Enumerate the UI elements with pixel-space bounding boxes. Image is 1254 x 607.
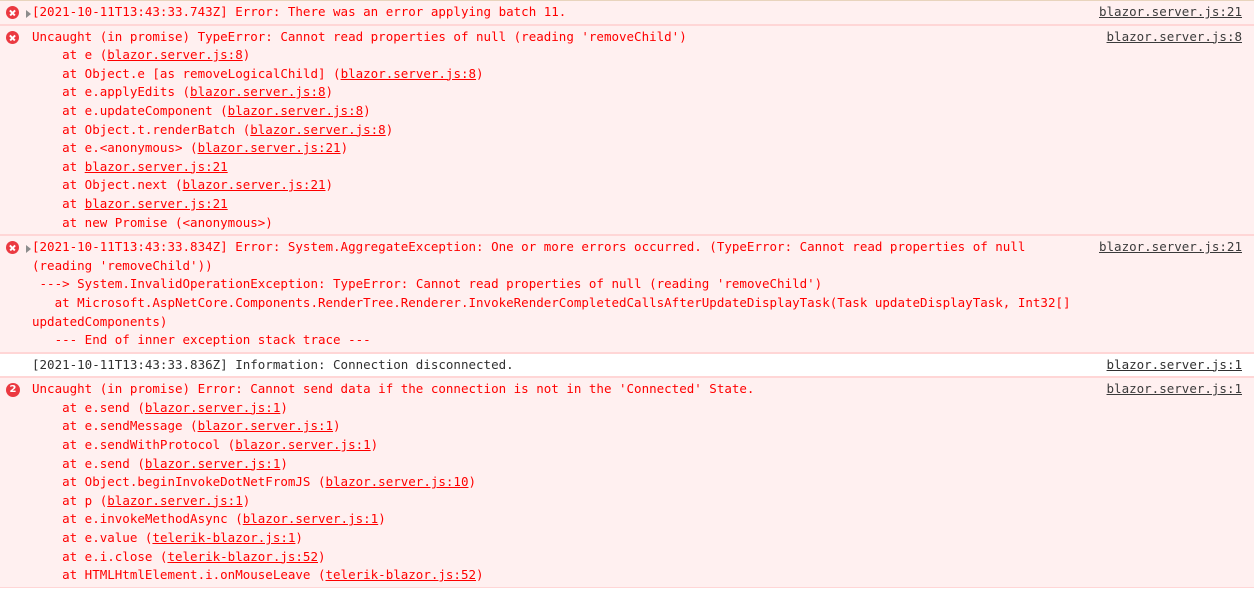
stack-trace-line: ---> System.InvalidOperationException: T… (32, 276, 823, 292)
stack-trace-line: at p (blazor.server.js:1) (32, 492, 251, 508)
source-link[interactable]: blazor.server.js:1 (145, 456, 280, 471)
message-headline: Uncaught (in promise) TypeError: Cannot … (32, 28, 687, 44)
message-body: Uncaught (in promise) Error: Cannot send… (32, 380, 1107, 585)
stack-trace-line: at blazor.server.js:21 (32, 195, 228, 211)
source-link[interactable]: blazor.server.js:21 (183, 177, 326, 192)
message-headline: [2021-10-11T13:43:33.834Z] Error: System… (32, 239, 1033, 273)
source-link[interactable]: blazor.server.js:8 (250, 122, 385, 137)
stack-trace-line: at e (blazor.server.js:8) (32, 47, 251, 63)
stack-trace-line: at e.send (blazor.server.js:1) (32, 399, 288, 415)
source-link[interactable]: blazor.server.js:8 (190, 84, 325, 99)
source-link[interactable]: blazor.server.js:1 (243, 511, 378, 526)
chevron-right-icon[interactable] (26, 245, 31, 254)
stack-trace-line: at e.value (telerik-blazor.js:1) (32, 530, 303, 546)
source-link[interactable]: blazor.server.js:10 (326, 474, 469, 489)
source-link[interactable]: telerik-blazor.js:52 (326, 567, 477, 582)
stack-trace-line: at Microsoft.AspNetCore.Components.Rende… (32, 294, 1079, 329)
message-gutter (0, 28, 32, 44)
error-circle-icon (6, 6, 19, 19)
stack-trace: ---> System.InvalidOperationException: T… (32, 275, 1091, 349)
console-error-message[interactable]: [2021-10-11T13:43:33.743Z] Error: There … (0, 0, 1254, 25)
message-source-link[interactable]: blazor.server.js:8 (1107, 28, 1254, 47)
stack-trace-line: at Object.t.renderBatch (blazor.server.j… (32, 121, 394, 137)
source-link[interactable]: blazor.server.js:21 (85, 196, 228, 211)
repeat-count-badge: 2 (6, 383, 20, 398)
message-gutter (0, 356, 32, 358)
source-link[interactable]: blazor.server.js:8 (341, 66, 476, 81)
stack-trace-line: at blazor.server.js:21 (32, 158, 228, 174)
message-gutter (0, 3, 32, 19)
stack-trace-line: --- End of inner exception stack trace -… (32, 332, 371, 348)
message-headline: [2021-10-11T13:43:33.743Z] Error: There … (32, 4, 567, 19)
source-link[interactable]: telerik-blazor.js:1 (152, 530, 295, 545)
stack-trace-line: at e.sendMessage (blazor.server.js:1) (32, 418, 341, 434)
error-circle-icon (6, 241, 19, 255)
message-body: [2021-10-11T13:43:33.836Z] Information: … (32, 356, 1107, 375)
message-headline: Uncaught (in promise) Error: Cannot send… (32, 381, 755, 397)
message-body: [2021-10-11T13:43:33.834Z] Error: System… (32, 238, 1099, 350)
stack-trace-line: at Object.e [as removeLogicalChild] (bla… (32, 65, 484, 81)
console-error-message[interactable]: Uncaught (in promise) TypeError: Cannot … (0, 24, 1254, 236)
message-gutter (0, 238, 32, 255)
source-link[interactable]: blazor.server.js:8 (107, 47, 242, 62)
stack-trace-line: at e.<anonymous> (blazor.server.js:21) (32, 140, 349, 156)
source-link[interactable]: blazor.server.js:1 (198, 418, 333, 433)
message-source-link[interactable]: blazor.server.js:1 (1107, 356, 1254, 375)
stack-trace-line: at HTMLHtmlElement.i.onMouseLeave (teler… (32, 567, 484, 583)
source-link[interactable]: blazor.server.js:1 (107, 493, 242, 508)
message-gutter: 2 (0, 380, 32, 398)
stack-trace-line: at new Promise (<anonymous>) (32, 214, 273, 230)
message-headline: [2021-10-11T13:43:33.836Z] Information: … (32, 356, 514, 372)
source-link[interactable]: blazor.server.js:1 (145, 400, 280, 415)
console-error-message[interactable]: [2021-10-11T13:43:33.834Z] Error: System… (0, 235, 1254, 353)
source-link[interactable]: blazor.server.js:21 (85, 159, 228, 174)
message-body: Uncaught (in promise) TypeError: Cannot … (32, 28, 1107, 233)
source-link[interactable]: blazor.server.js:8 (228, 103, 363, 118)
message-body: [2021-10-11T13:43:33.743Z] Error: There … (32, 3, 1099, 22)
stack-trace-line: at e.send (blazor.server.js:1) (32, 455, 288, 471)
stack-trace-line: at e.updateComponent (blazor.server.js:8… (32, 102, 371, 118)
source-link[interactable]: blazor.server.js:21 (198, 140, 341, 155)
stack-trace-line: at e.invokeMethodAsync (blazor.server.js… (32, 511, 386, 527)
stack-trace-line: at e.applyEdits (blazor.server.js:8) (32, 84, 334, 100)
message-source-link[interactable]: blazor.server.js:21 (1099, 238, 1254, 257)
message-source-link[interactable]: blazor.server.js:1 (1107, 380, 1254, 399)
source-link[interactable]: blazor.server.js:1 (235, 437, 370, 452)
stack-trace-line: at e.i.close (telerik-blazor.js:52) (32, 548, 326, 564)
stack-trace-line: at Object.next (blazor.server.js:21) (32, 177, 334, 193)
stack-trace: at e.send (blazor.server.js:1) at e.send… (32, 399, 1099, 585)
console-error-message[interactable]: 2 Uncaught (in promise) Error: Cannot sen… (0, 377, 1254, 588)
source-link[interactable]: telerik-blazor.js:52 (167, 549, 318, 564)
message-source-link[interactable]: blazor.server.js:21 (1099, 3, 1254, 22)
error-circle-icon (6, 30, 19, 44)
chevron-right-icon[interactable] (26, 10, 31, 18)
stack-trace-line: at Object.beginInvokeDotNetFromJS (blazo… (32, 474, 477, 490)
console-log-panel[interactable]: [2021-10-11T13:43:33.743Z] Error: There … (0, 0, 1254, 607)
stack-trace-line: at e.sendWithProtocol (blazor.server.js:… (32, 437, 379, 453)
stack-trace: at e (blazor.server.js:8) at Object.e [a… (32, 46, 1099, 232)
console-info-message[interactable]: [2021-10-11T13:43:33.836Z] Information: … (0, 352, 1254, 378)
